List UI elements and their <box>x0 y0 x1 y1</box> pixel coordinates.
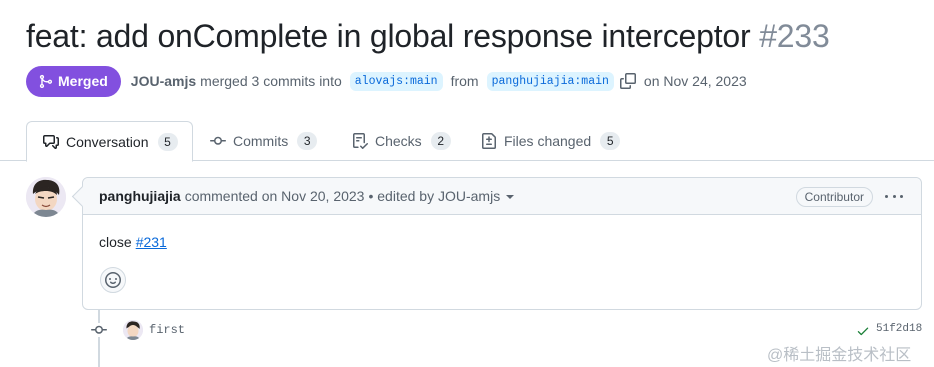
contributor-badge: Contributor <box>795 187 873 207</box>
comment-header: panghujiajia commented on Nov 20, 2023 •… <box>83 178 921 215</box>
commit-sha-link[interactable]: 51f2d18 <box>876 323 922 335</box>
comment-timestamp[interactable]: commented on Nov 20, 2023 <box>185 188 365 204</box>
base-branch-link[interactable]: alovajs:main <box>349 71 443 91</box>
git-commit-icon <box>90 323 108 337</box>
check-icon[interactable] <box>856 324 870 338</box>
edited-by-dropdown[interactable]: • edited by JOU-amjs <box>368 188 500 204</box>
file-diff-icon <box>482 133 496 149</box>
comment-text: close <box>99 234 132 250</box>
tab-commits[interactable]: Commits 3 <box>210 121 318 161</box>
tab-checks-label: Checks <box>375 133 422 149</box>
kebab-horizontal-icon[interactable] <box>885 187 903 205</box>
tab-files-changed-count: 5 <box>600 132 621 150</box>
pr-title: feat: add onComplete in global response … <box>26 18 751 54</box>
git-commit-icon <box>210 136 226 145</box>
copy-icon[interactable] <box>619 73 636 89</box>
comment-card: panghujiajia commented on Nov 20, 2023 •… <box>82 177 922 310</box>
merged-status-badge: Merged <box>26 65 121 97</box>
checklist-icon <box>353 133 368 149</box>
pr-tabs: Conversation 5 Commits 3 Checks 2 Files … <box>0 121 934 162</box>
merge-date: on Nov 24, 2023 <box>643 73 747 89</box>
add-reaction-button[interactable] <box>100 267 126 293</box>
smiley-icon <box>105 272 121 288</box>
comment-discussion-icon <box>43 134 59 149</box>
pr-meta: Merged JOU-amjs merged 3 commits into al… <box>26 65 751 97</box>
comment-body: close #231 <box>83 215 921 250</box>
tab-conversation-count: 5 <box>157 132 178 151</box>
timeline-line <box>98 310 100 367</box>
pr-number: #233 <box>759 18 830 54</box>
tab-files-changed-label: Files changed <box>504 133 592 149</box>
chevron-down-icon[interactable] <box>506 195 515 199</box>
commit-author-avatar[interactable] <box>123 320 143 340</box>
git-merge-icon <box>39 74 53 88</box>
commit-message-link[interactable]: first <box>149 323 185 337</box>
comment-author-link[interactable]: panghujiajia <box>99 188 181 204</box>
watermark: @稀土掘金技术社区 <box>767 347 912 364</box>
page-title: feat: add onComplete in global response … <box>26 18 830 55</box>
tab-commits-count: 3 <box>297 132 318 150</box>
merger-link[interactable]: JOU-amjs <box>131 73 196 89</box>
tab-checks-count: 2 <box>430 132 451 150</box>
merged-text: merged 3 commits into <box>200 73 342 89</box>
from-text: from <box>450 73 479 89</box>
tab-checks[interactable]: Checks 2 <box>352 121 451 161</box>
tab-commits-label: Commits <box>233 133 289 149</box>
tab-files-changed[interactable]: Files changed 5 <box>481 121 621 161</box>
merged-label: Merged <box>58 73 108 89</box>
head-branch-link[interactable]: panghujiajia:main <box>486 71 614 91</box>
issue-link[interactable]: #231 <box>136 234 167 250</box>
avatar[interactable] <box>26 177 66 217</box>
tab-conversation[interactable]: Conversation 5 <box>26 121 193 162</box>
tab-conversation-label: Conversation <box>66 133 149 150</box>
